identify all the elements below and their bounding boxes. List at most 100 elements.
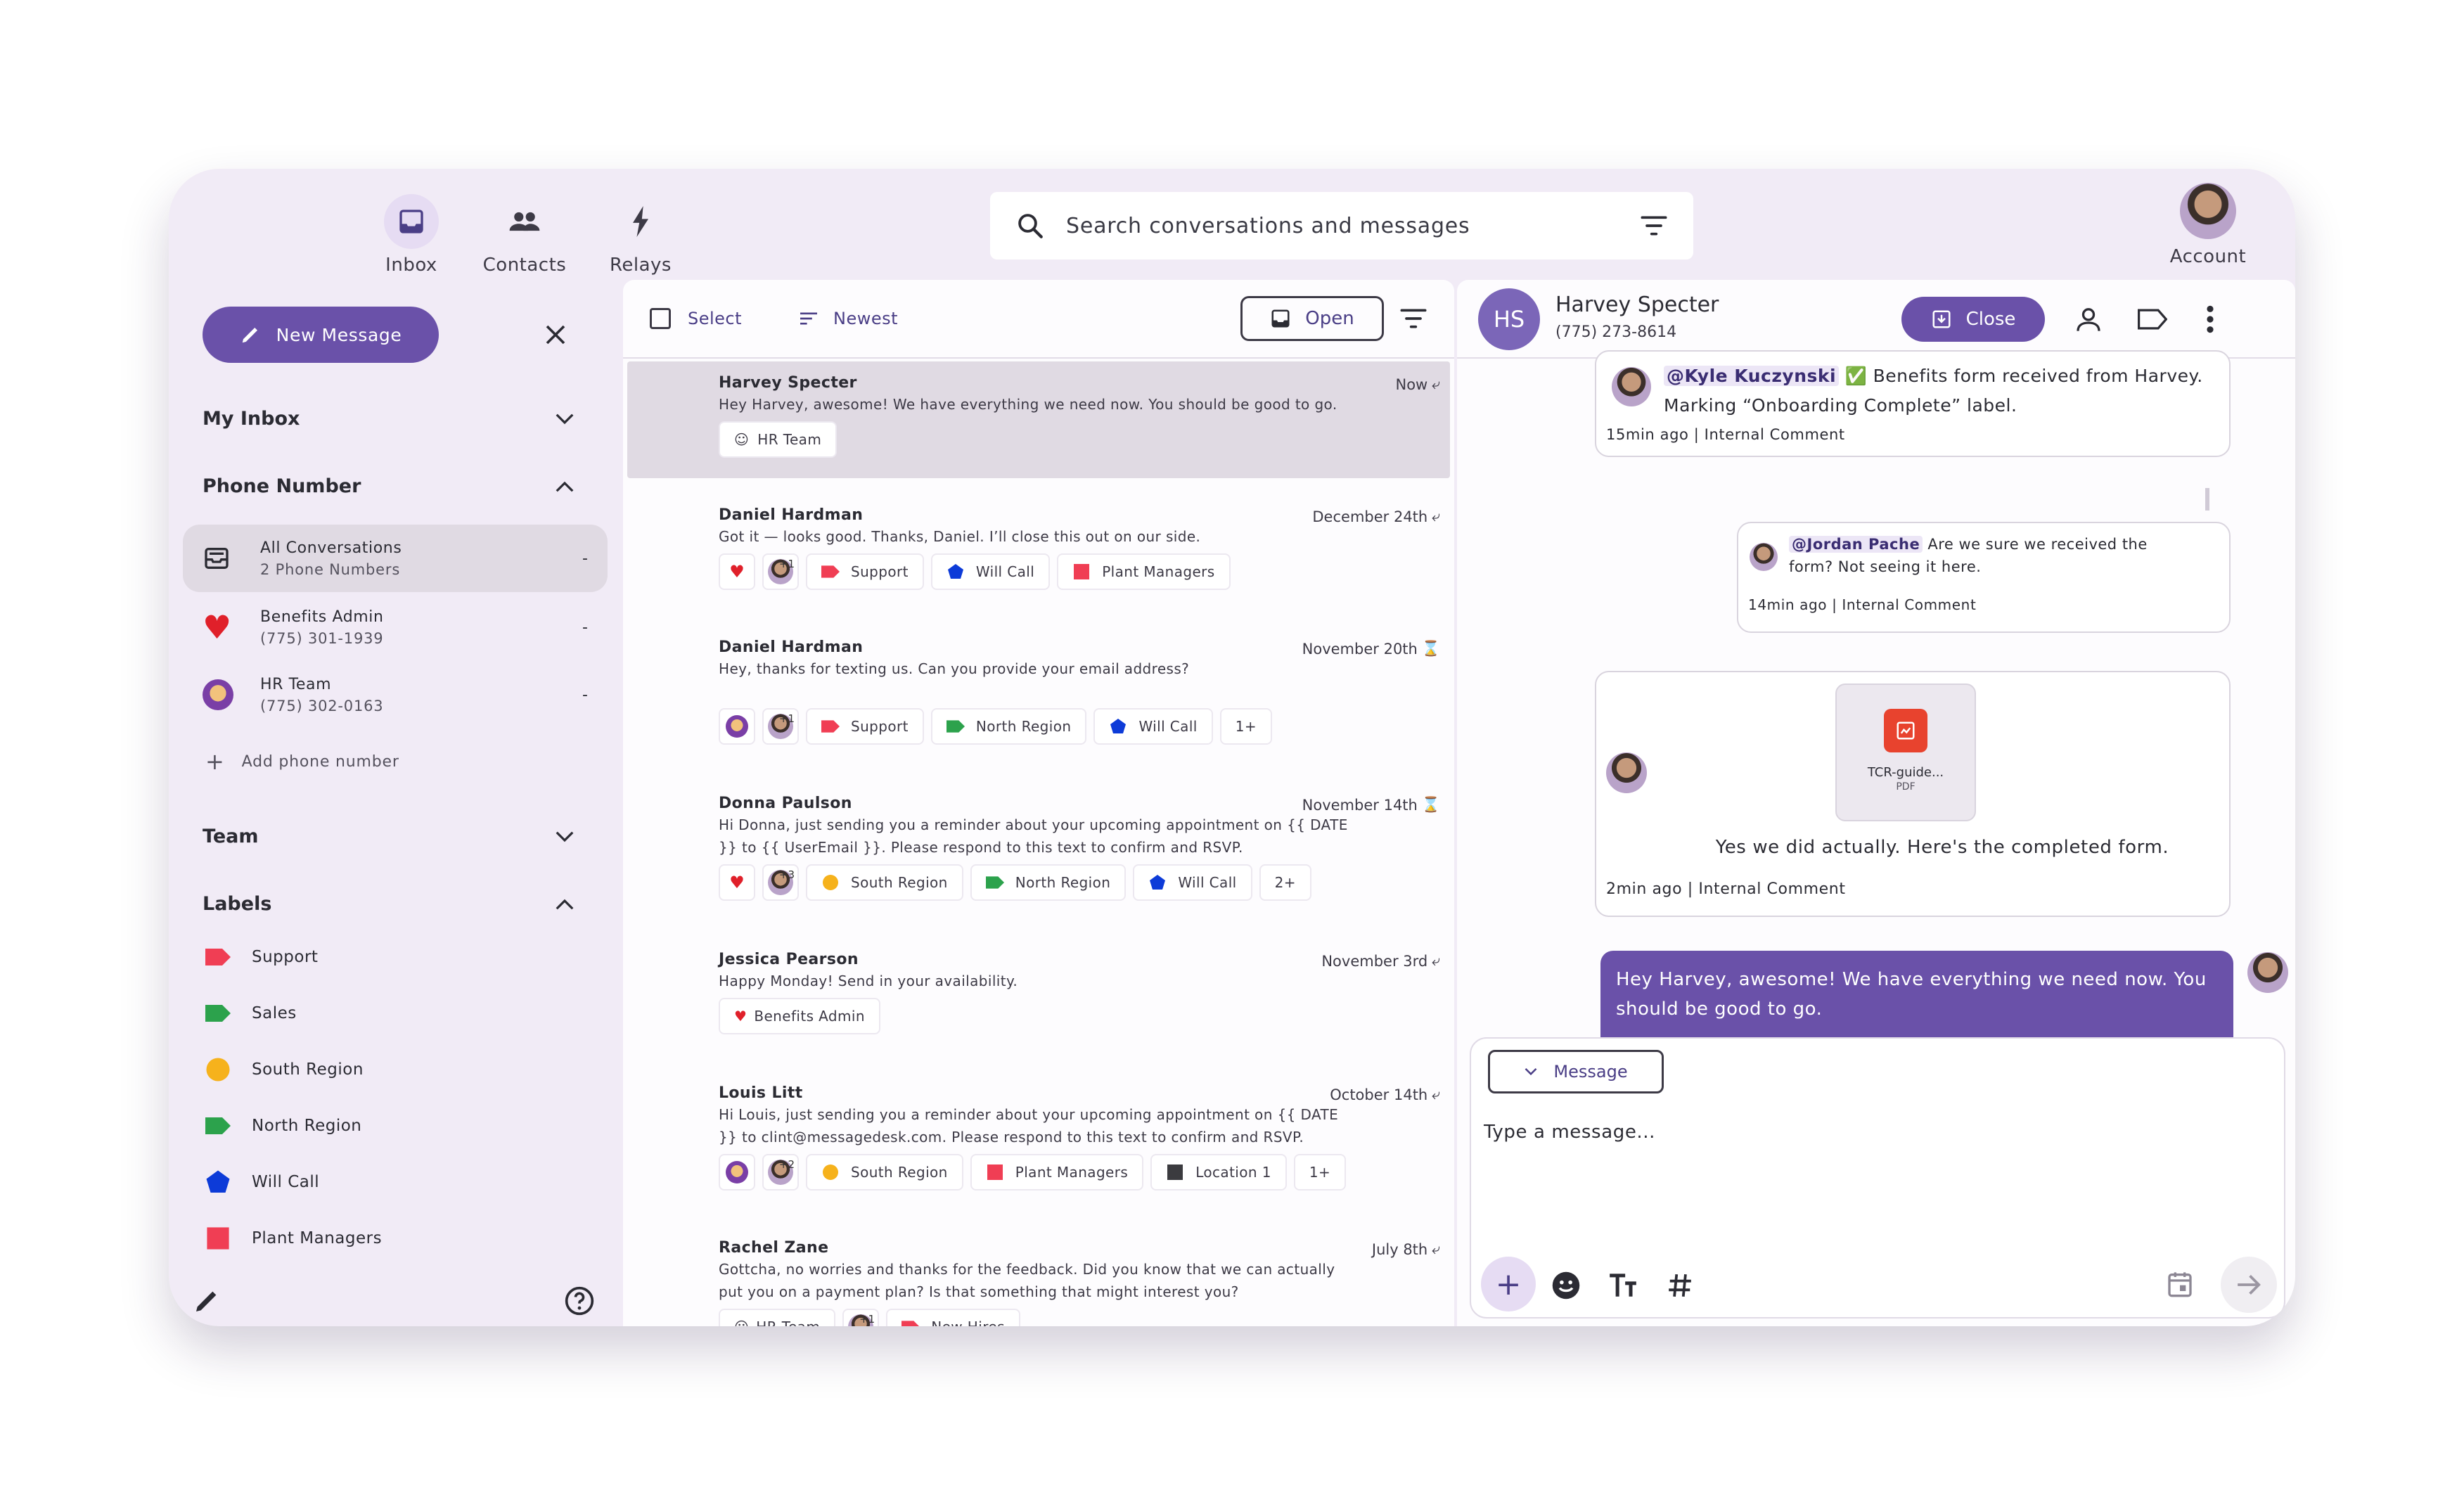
pentagon-icon (1110, 719, 1127, 733)
team-section[interactable]: Team (203, 826, 575, 847)
more-icon[interactable] (2205, 304, 2215, 335)
send-button[interactable] (2221, 1257, 2277, 1313)
label-name: Plant Managers (252, 1229, 383, 1247)
conversation-row[interactable]: Daniel Hardman December 24th ⤶ Got it — l… (627, 499, 1450, 590)
chevron-down-icon (556, 413, 574, 424)
conversation-time: November 20th ⌛ (1302, 640, 1440, 657)
label-icon[interactable] (2138, 307, 2167, 332)
composer-mode-dropdown[interactable]: Message (1488, 1050, 1664, 1093)
internal-comment: TCR-guide... PDF Yes we did actually. He… (1595, 671, 2231, 917)
internal-comment: @Kyle Kuczynski ✅ Benefits form received… (1595, 350, 2231, 457)
more-labels-chip[interactable]: 1+ (1219, 708, 1273, 745)
conversation-row[interactable]: Louis Litt October 14th ⤶ Hi Louis, just … (627, 1077, 1450, 1191)
status-dropdown[interactable]: Open (1240, 296, 1384, 341)
pdf-attachment[interactable]: TCR-guide... PDF (1835, 684, 1976, 821)
tag-icon (205, 945, 231, 969)
chip-text: HR Team (757, 431, 822, 448)
phone-item-hr-team[interactable]: HR Team (775) 302-0163 - (183, 661, 608, 729)
team-label: Team (203, 826, 259, 847)
conversation-row[interactable]: Jessica Pearson November 3rd ⤶ Happy Mond… (627, 944, 1450, 1034)
square-icon (205, 1226, 231, 1250)
hourglass-icon: ⌛ (1421, 796, 1440, 813)
time-text: October 14th (1330, 1086, 1428, 1103)
contact-avatar[interactable]: HS (1478, 288, 1540, 350)
more-labels-chip[interactable]: 1+ (1293, 1154, 1347, 1191)
message-preview: Hey Harvey, awesome! We have everything … (719, 396, 1337, 413)
reply-all-icon: ⤶ (1432, 1086, 1440, 1103)
filter-icon[interactable] (1640, 214, 1668, 238)
mention[interactable]: @Jordan Pache (1789, 536, 1923, 553)
conversation-time: November 3rd ⤶ (1321, 952, 1440, 970)
nav-contacts[interactable]: Contacts (472, 194, 577, 276)
conversation-row[interactable]: Daniel Hardman November 20th ⌛ Hey, thank… (627, 631, 1450, 745)
phone-chip (719, 708, 755, 745)
phone-number-section[interactable]: Phone Number (203, 475, 575, 497)
phone-item-benefits-admin[interactable]: ♥ Benefits Admin (775) 301-1939 - (183, 593, 608, 661)
chip-text: South Region (851, 874, 948, 891)
pdf-icon (1884, 709, 1927, 752)
conversation-row[interactable]: Harvey Specter Now ⤶ Hey Harvey, awesome!… (627, 367, 1450, 458)
label-sales[interactable]: Sales (205, 1001, 297, 1025)
search-input[interactable]: Search conversations and messages (1066, 214, 1640, 238)
app-window: Inbox Contacts Relays Search conversatio… (169, 169, 2295, 1326)
filter-icon[interactable] (1399, 307, 1427, 331)
pentagon-icon (1150, 875, 1166, 890)
reply-all-icon: ⤶ (1432, 508, 1440, 525)
person-icon[interactable] (2074, 305, 2103, 333)
select-label[interactable]: Select (688, 309, 742, 328)
search-bar[interactable]: Search conversations and messages (990, 192, 1693, 259)
check-icon: ✅ (1844, 366, 1868, 386)
add-attachment-button[interactable]: + (1481, 1257, 1536, 1311)
emoji-icon[interactable] (1551, 1271, 1581, 1300)
assignee-chip: +1 (762, 553, 799, 590)
nav-relays-label: Relays (610, 255, 672, 276)
sort-icon[interactable] (798, 310, 819, 327)
label-chip: Support (806, 708, 924, 745)
conversation-row[interactable]: Rachel Zane July 8th ⤶ Gottcha, no worrie… (627, 1232, 1450, 1326)
nav-relays[interactable]: Relays (588, 194, 693, 276)
label-south-region[interactable]: South Region (205, 1058, 364, 1082)
conversation-row[interactable]: Donna Paulson November 14th ⌛ Hi Donna, j… (627, 788, 1450, 901)
chip-text: 1+ (1235, 718, 1257, 735)
text-format-icon[interactable] (1608, 1272, 1638, 1299)
heart-icon: ♥ (729, 873, 745, 892)
label-chip: Will Call (930, 553, 1051, 590)
avatar-count: +1 (859, 1313, 875, 1326)
select-checkbox[interactable] (650, 308, 671, 329)
labels-section[interactable]: Labels (203, 893, 575, 915)
add-phone-label: Add phone number (241, 752, 399, 771)
label-chip: Will Call (1133, 864, 1252, 901)
label-chip: North Region (930, 708, 1087, 745)
my-inbox-section[interactable]: My Inbox (203, 408, 575, 430)
phone-item-all[interactable]: All Conversations 2 Phone Numbers - (183, 525, 608, 592)
more-labels-chip[interactable]: 2+ (1259, 864, 1311, 901)
label-plant-managers[interactable]: Plant Managers (205, 1226, 382, 1250)
search-icon (1018, 214, 1043, 238)
label-will-call[interactable]: Will Call (205, 1170, 319, 1194)
label-chip: South Region (806, 1154, 963, 1191)
new-message-button[interactable]: New Message (203, 307, 439, 363)
mention[interactable]: @Kyle Kuczynski (1664, 366, 1840, 386)
help-icon[interactable] (564, 1285, 595, 1316)
hashtag-icon[interactable] (1667, 1272, 1693, 1299)
message-input[interactable]: Type a message... (1484, 1122, 1655, 1143)
chip-text: Benefits Admin (754, 1008, 865, 1025)
my-inbox-label: My Inbox (203, 408, 300, 430)
close-conversation-button[interactable]: Close (1901, 297, 2045, 342)
nav-inbox-label: Inbox (385, 255, 437, 276)
nav-inbox[interactable]: Inbox (359, 194, 464, 276)
sort-label[interactable]: Newest (833, 309, 898, 328)
add-phone-button[interactable]: + Add phone number (205, 748, 399, 775)
schedule-icon[interactable] (2166, 1269, 2194, 1299)
edit-icon[interactable] (193, 1287, 221, 1315)
label-support[interactable]: Support (205, 945, 318, 969)
account-button[interactable]: Account (2159, 183, 2257, 267)
avatar-count: +1 (778, 558, 795, 570)
chat-header: HS Harvey Specter (775) 273-8614 Close (1457, 280, 2295, 359)
message-preview: Hi Louis, just sending you a reminder ab… (719, 1106, 1339, 1146)
time-text: November 14th (1302, 796, 1418, 814)
phone-item-title: All Conversations (260, 539, 402, 557)
label-north-region[interactable]: North Region (205, 1114, 361, 1138)
close-icon[interactable] (543, 322, 568, 347)
scroll-indicator (2205, 488, 2209, 511)
